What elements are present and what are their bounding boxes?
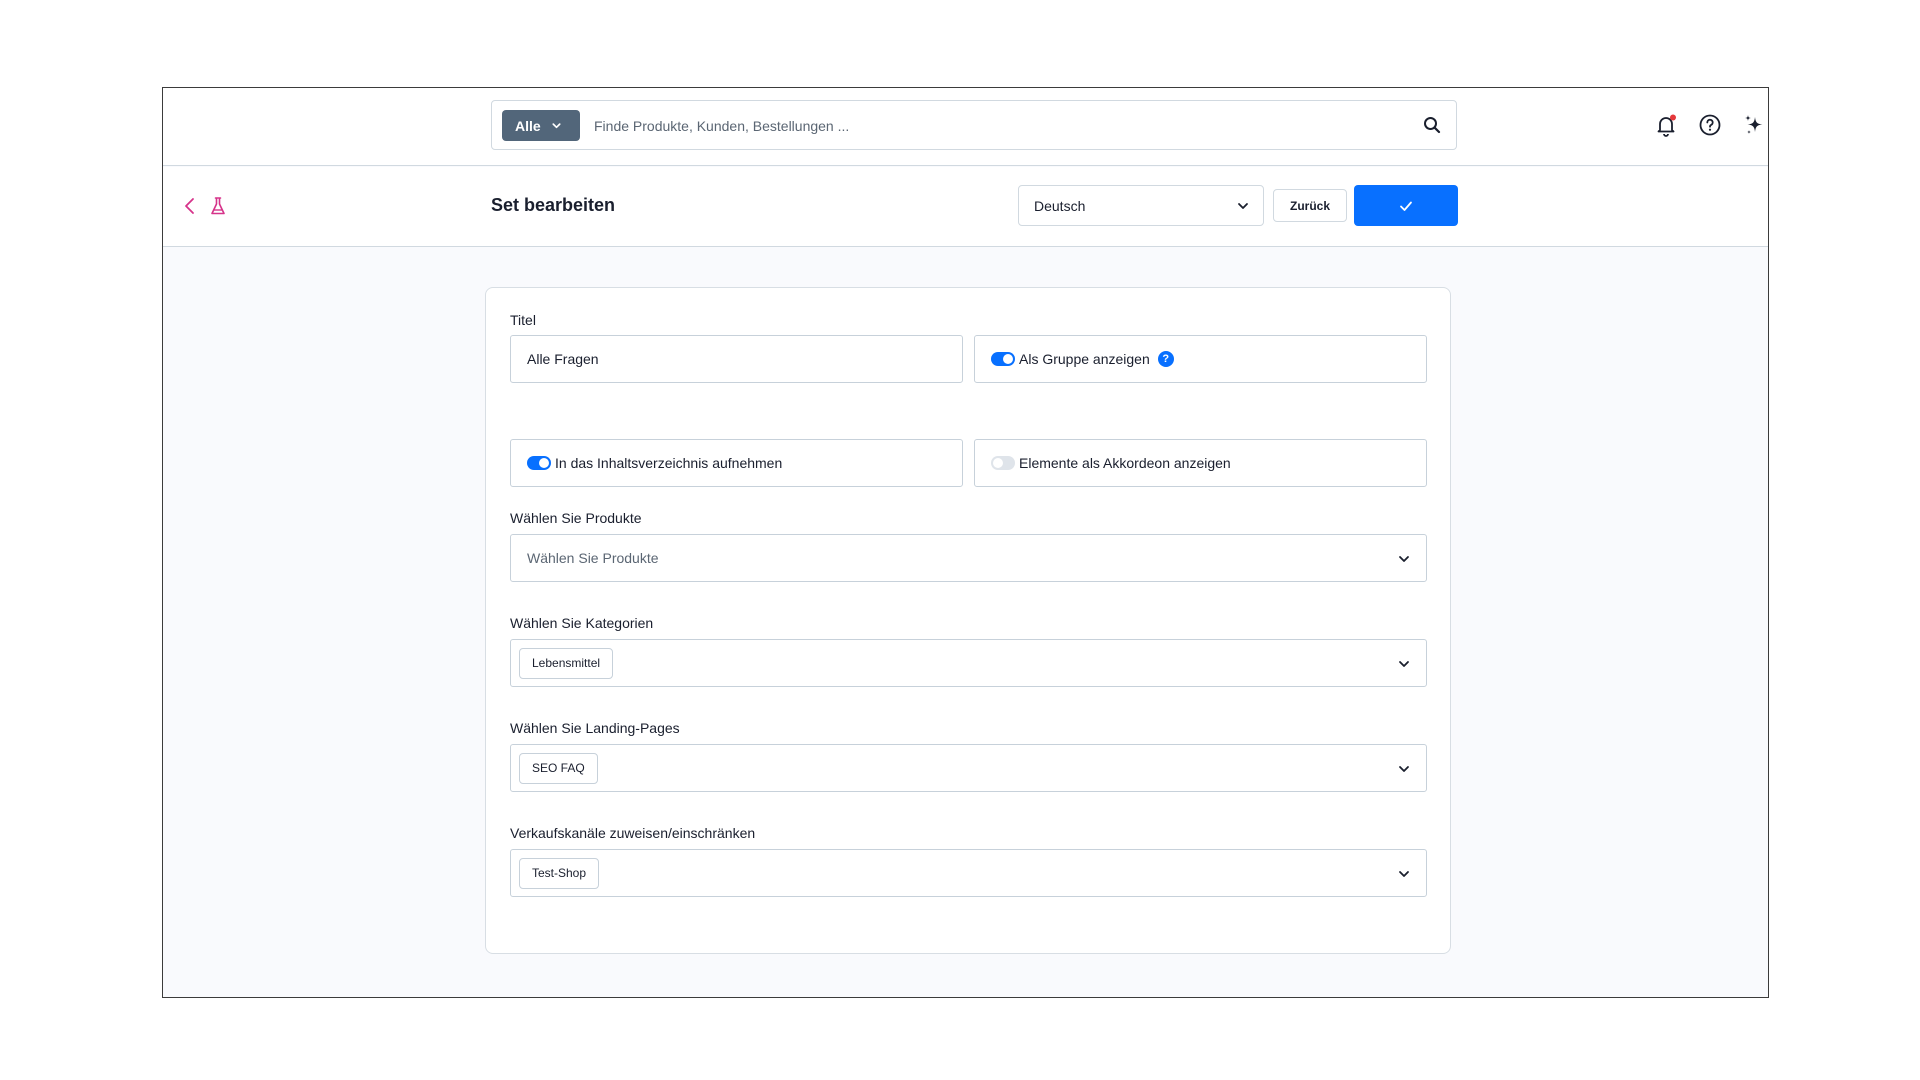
show-as-group-field: Als Gruppe anzeigen ? [974,335,1427,383]
bell-icon[interactable] [1653,112,1679,138]
products-placeholder: Wählen Sie Produkte [527,550,659,566]
toc-field: In das Inhaltsverzeichnis aufnehmen [510,439,963,487]
categories-label: Wählen Sie Kategorien [510,615,654,631]
category-tag[interactable]: Lebensmittel [519,647,614,679]
sales-channel-tag[interactable]: Test-Shop [519,857,600,889]
top-bar: Alle [163,88,1768,166]
accordion-field: Elemente als Akkordeon anzeigen [974,439,1427,487]
search-filter-dropdown[interactable]: Alle [502,110,580,141]
title-input-value: Alle Fragen [527,351,599,367]
landing-pages-label: Wählen Sie Landing-Pages [510,720,680,736]
chevron-down-icon [1399,556,1409,562]
sales-channels-select[interactable]: Test-Shop [510,849,1427,897]
accordion-label: Elemente als Akkordeon anzeigen [1019,455,1231,471]
language-select-value: Deutsch [1034,197,1086,214]
page-title: Set bearbeiten [491,195,616,215]
language-select[interactable]: Deutsch [1018,185,1264,226]
chevron-down-icon [1238,203,1248,209]
chevron-left-icon[interactable] [179,195,201,217]
categories-select[interactable]: Lebensmittel [510,639,1427,687]
chevron-down-icon [1399,766,1409,772]
flask-icon[interactable] [207,195,229,217]
search-icon[interactable] [1422,115,1442,135]
help-circle-icon[interactable] [1697,112,1723,138]
title-input[interactable]: Alle Fragen [510,335,963,383]
search-input[interactable] [594,111,1394,141]
sales-channels-label: Verkaufskanäle zuweisen/einschränken [510,825,756,841]
chevron-down-icon [1399,871,1409,877]
checkmark-icon [1400,201,1412,211]
set-form-card: Titel Alle Fragen Als Gruppe anzeigen ? … [485,287,1451,954]
notification-dot [1670,114,1676,121]
page-header: Set bearbeiten Deutsch Zurück [163,167,1768,247]
save-button[interactable] [1354,185,1458,226]
landing-page-tag[interactable]: SEO FAQ [519,752,598,784]
title-label: Titel [510,312,536,328]
back-button[interactable]: Zurück [1273,189,1347,222]
accordion-toggle[interactable] [991,456,1015,470]
chevron-down-icon [1399,661,1409,667]
app-window: Alle Finde Produkte, Kunden, Bestellunge… [162,87,1769,998]
show-as-group-label: Als Gruppe anzeigen [1019,351,1150,367]
toc-toggle[interactable] [527,456,551,470]
sparkle-icon[interactable] [1741,112,1767,138]
show-as-group-toggle[interactable] [991,352,1015,366]
products-select[interactable]: Wählen Sie Produkte [510,534,1427,582]
chevron-down-icon [552,123,561,129]
toc-label: In das Inhaltsverzeichnis aufnehmen [555,455,783,471]
products-label: Wählen Sie Produkte [510,510,642,526]
help-icon[interactable]: ? [1157,351,1174,367]
global-search: Alle [491,100,1457,150]
search-filter-label: Alle [515,117,541,134]
landing-pages-select[interactable]: SEO FAQ [510,744,1427,792]
